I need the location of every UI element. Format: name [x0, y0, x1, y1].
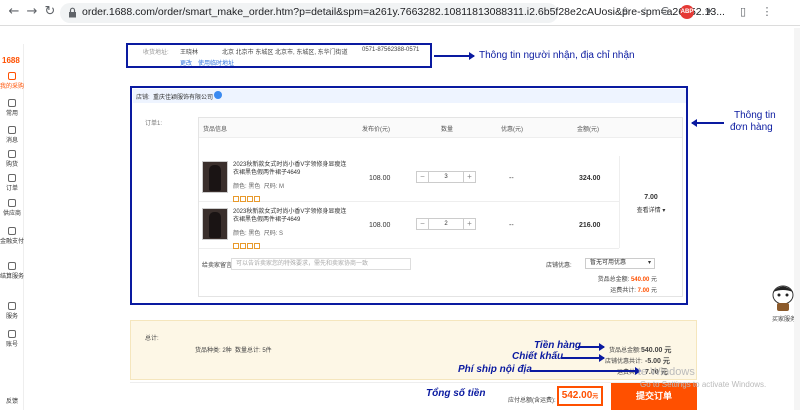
summary-goods-line: 货品总金额:	[609, 348, 641, 354]
order-annotation-label-2: đơn hàng	[730, 122, 773, 133]
sidebar-item-purchase[interactable]: 我的采购	[0, 72, 24, 90]
sidebar-item-supplier[interactable]: 供应商	[0, 199, 24, 217]
menu-icon[interactable]: ⋮	[760, 5, 774, 19]
buyer-service-mascot-icon[interactable]	[769, 283, 797, 313]
star-icon	[8, 99, 16, 107]
order-annotation-arrow	[691, 119, 724, 127]
account-icon	[8, 330, 16, 338]
puzzle-icon[interactable]: ✦	[702, 5, 716, 19]
sidebar-item-common[interactable]: 常用	[0, 99, 24, 117]
google-icon[interactable]: G	[658, 5, 672, 19]
lock-icon	[69, 7, 76, 18]
star-icon[interactable]: ☆	[638, 5, 652, 19]
sidebar-item-orders[interactable]: 订单	[0, 174, 24, 192]
order-annotation-label-1: Thông tin	[734, 110, 776, 121]
order-icon	[8, 174, 16, 182]
cart-icon	[8, 150, 16, 158]
browser-toolbar: ← → ↻ order.1688.com/order/smart_make_or…	[0, 0, 800, 26]
annotation-discount-arrow	[562, 354, 605, 362]
summary-kinds: 货品种类: 2种	[195, 348, 232, 354]
annotation-ship-fee: Phí ship nội địa	[458, 364, 532, 375]
annotation-ship-arrow	[530, 367, 641, 375]
home-icon	[8, 72, 16, 80]
activation-watermark-sub: Go to Settings to activate Windows.	[640, 380, 767, 389]
settle-icon	[8, 262, 16, 270]
address-bar[interactable]: order.1688.com/order/smart_make_order.ht…	[60, 3, 725, 23]
summary-count: 数量总计: 5件	[235, 348, 272, 354]
summary-discount-value: -5.00 元	[645, 358, 670, 365]
sidebar-item-finance[interactable]: 金融支付	[0, 227, 24, 245]
forward-icon[interactable]: →	[24, 4, 40, 20]
activation-watermark: te Windows	[638, 366, 695, 378]
left-sidebar: 1688 我的采购 常用 消息 购货 订单 供应商 金融支付 结算服务 服务 账…	[0, 44, 24, 410]
receiver-annotation-label: Thông tin người nhận, địa chỉ nhận	[479, 50, 635, 61]
sidebar-item-cart[interactable]: 购货	[0, 150, 24, 168]
summary-goods-value: 540.00 元	[641, 347, 672, 354]
annotation-discount: Chiết khấu	[512, 351, 564, 362]
sidepanel-icon[interactable]: ▯	[736, 5, 750, 19]
reload-icon[interactable]: ↻	[42, 4, 58, 20]
share-icon[interactable]: ⇪	[618, 5, 632, 19]
sidebar-item-settle[interactable]: 结算服务	[0, 262, 24, 280]
annotation-goods-money: Tiền hàng	[534, 340, 582, 351]
annotation-goods-arrow	[578, 343, 605, 351]
sidebar-item-service[interactable]: 服务	[0, 302, 24, 320]
abp-icon[interactable]: ABP	[680, 5, 694, 19]
summary-discount-line: 店铺优惠共计:	[605, 359, 643, 365]
supplier-icon	[8, 199, 16, 207]
summary-total-label: 总计:	[145, 336, 159, 342]
sidebar-item-account[interactable]: 账号	[0, 330, 24, 348]
sidebar-item-feedback[interactable]: 反馈	[0, 396, 24, 405]
scrollbar[interactable]	[794, 28, 800, 410]
service-icon	[8, 302, 16, 310]
message-icon	[8, 126, 16, 134]
annotation-total: Tổng số tiền	[426, 388, 486, 399]
pay-total-label: 应付总额(含运费):	[508, 398, 556, 404]
receiver-annotation-arrow	[434, 52, 475, 60]
order-annotation-box	[130, 86, 688, 305]
logo: 1688	[2, 56, 20, 65]
finance-icon	[8, 227, 16, 235]
pay-total-box: 542.00元	[557, 386, 603, 406]
back-icon[interactable]: ←	[6, 4, 22, 20]
receiver-annotation-box	[126, 43, 432, 68]
mascot-label[interactable]: 买家服务	[772, 314, 796, 323]
sidebar-item-message[interactable]: 消息	[0, 126, 24, 144]
